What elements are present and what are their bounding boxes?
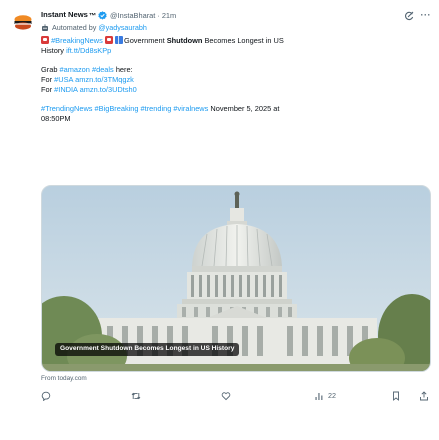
views-icon xyxy=(315,393,323,400)
headline-line2: History xyxy=(41,46,64,55)
india-amazon-link[interactable]: amzn.to/3UDtsh0 xyxy=(80,85,137,94)
reply-icon xyxy=(41,391,51,401)
views-button[interactable]: 22 xyxy=(314,391,336,401)
article-link[interactable]: ift.tt/Dd8sKPp xyxy=(66,46,111,55)
views-count: 22 xyxy=(328,391,336,401)
trending-hashtags[interactable]: #TrendingNews #BigBreaking #trending #vi… xyxy=(41,104,208,113)
usa-amazon-link[interactable]: amzn.to/3TMqgzk xyxy=(75,75,134,84)
repost-button[interactable] xyxy=(131,391,145,401)
grok-icon[interactable] xyxy=(404,11,414,21)
repost-icon xyxy=(131,392,141,400)
automated-prefix: Automated by xyxy=(52,23,97,33)
bot-icon xyxy=(42,24,48,31)
dateline-time: 08:50PM xyxy=(41,114,71,123)
more-icon[interactable]: ··· xyxy=(421,10,432,22)
grab-line: Grab #amazon #deals here: xyxy=(41,65,431,75)
hashtag-usa[interactable]: #USA xyxy=(54,75,73,84)
automated-by-link[interactable]: @yadysaurabh xyxy=(98,23,146,33)
avatar-logo xyxy=(12,11,34,33)
media-card[interactable]: Government Shutdown Becomes Longest in U… xyxy=(41,185,431,372)
hashtag-deals[interactable]: #deals xyxy=(92,65,114,74)
headline-pre: Government xyxy=(123,36,167,45)
like-button[interactable] xyxy=(221,391,235,401)
header-actions: ··· xyxy=(404,9,432,22)
reply-button[interactable] xyxy=(41,391,55,401)
india-prefix: For xyxy=(41,85,53,94)
share-icon xyxy=(420,391,428,401)
dateline: November 5, 2025 at xyxy=(210,104,280,113)
headline-line-2: History ift.tt/Dd8sKPp xyxy=(41,46,431,56)
bookmark-icon xyxy=(393,391,399,401)
verified-badge-icon xyxy=(98,11,107,20)
separator-dot: · xyxy=(157,10,160,20)
book-emoji xyxy=(114,36,123,44)
usa-line: For #USA amzn.to/3TMqgzk xyxy=(41,75,431,85)
like-icon xyxy=(221,392,231,401)
grab-suffix: here: xyxy=(115,65,133,74)
hashtag-india[interactable]: #INDIA xyxy=(54,85,77,94)
headline-bold: Shutdown xyxy=(166,36,203,45)
author-display-name[interactable]: Instant News xyxy=(41,10,88,20)
author-handle[interactable]: @InstaBharat xyxy=(110,11,155,21)
hashtag-breakingnews[interactable]: #BreakingNews xyxy=(51,36,103,45)
tags-line: #TrendingNews #BigBreaking #trending #vi… xyxy=(41,104,431,114)
headline-line: #BreakingNews Government Shutdown Become… xyxy=(41,36,431,46)
red-alert-emoji xyxy=(41,36,49,44)
usa-prefix: For xyxy=(41,75,53,84)
india-line: For #INDIA amzn.to/3UDtsh0 xyxy=(41,85,431,95)
hashtag-amazon[interactable]: #amazon xyxy=(60,65,90,74)
tweet-content: Instant News ™ @InstaBharat · 21m ··· Au… xyxy=(41,9,431,124)
action-bar: 22 xyxy=(41,389,431,403)
media-caption: Government Shutdown Becomes Longest in U… xyxy=(55,343,240,356)
grab-prefix: Grab xyxy=(41,65,58,74)
tweet-header: Instant News ™ @InstaBharat · 21m ··· xyxy=(41,9,431,22)
bookmark-button[interactable] xyxy=(391,391,401,401)
avatar[interactable] xyxy=(12,11,34,33)
tweet-text: #BreakingNews Government Shutdown Become… xyxy=(41,36,431,124)
red-alert-emoji xyxy=(104,36,113,44)
dateline-time-line: 08:50PM xyxy=(41,114,431,124)
automated-label: Automated by @yadysaurabh xyxy=(41,22,431,34)
card-source[interactable]: From today.com xyxy=(41,375,87,383)
headline-post: Becomes Longest in US xyxy=(202,36,284,45)
tweet-timestamp[interactable]: 21m xyxy=(162,11,176,21)
share-button[interactable] xyxy=(419,391,429,401)
trademark-symbol: ™ xyxy=(88,10,97,20)
